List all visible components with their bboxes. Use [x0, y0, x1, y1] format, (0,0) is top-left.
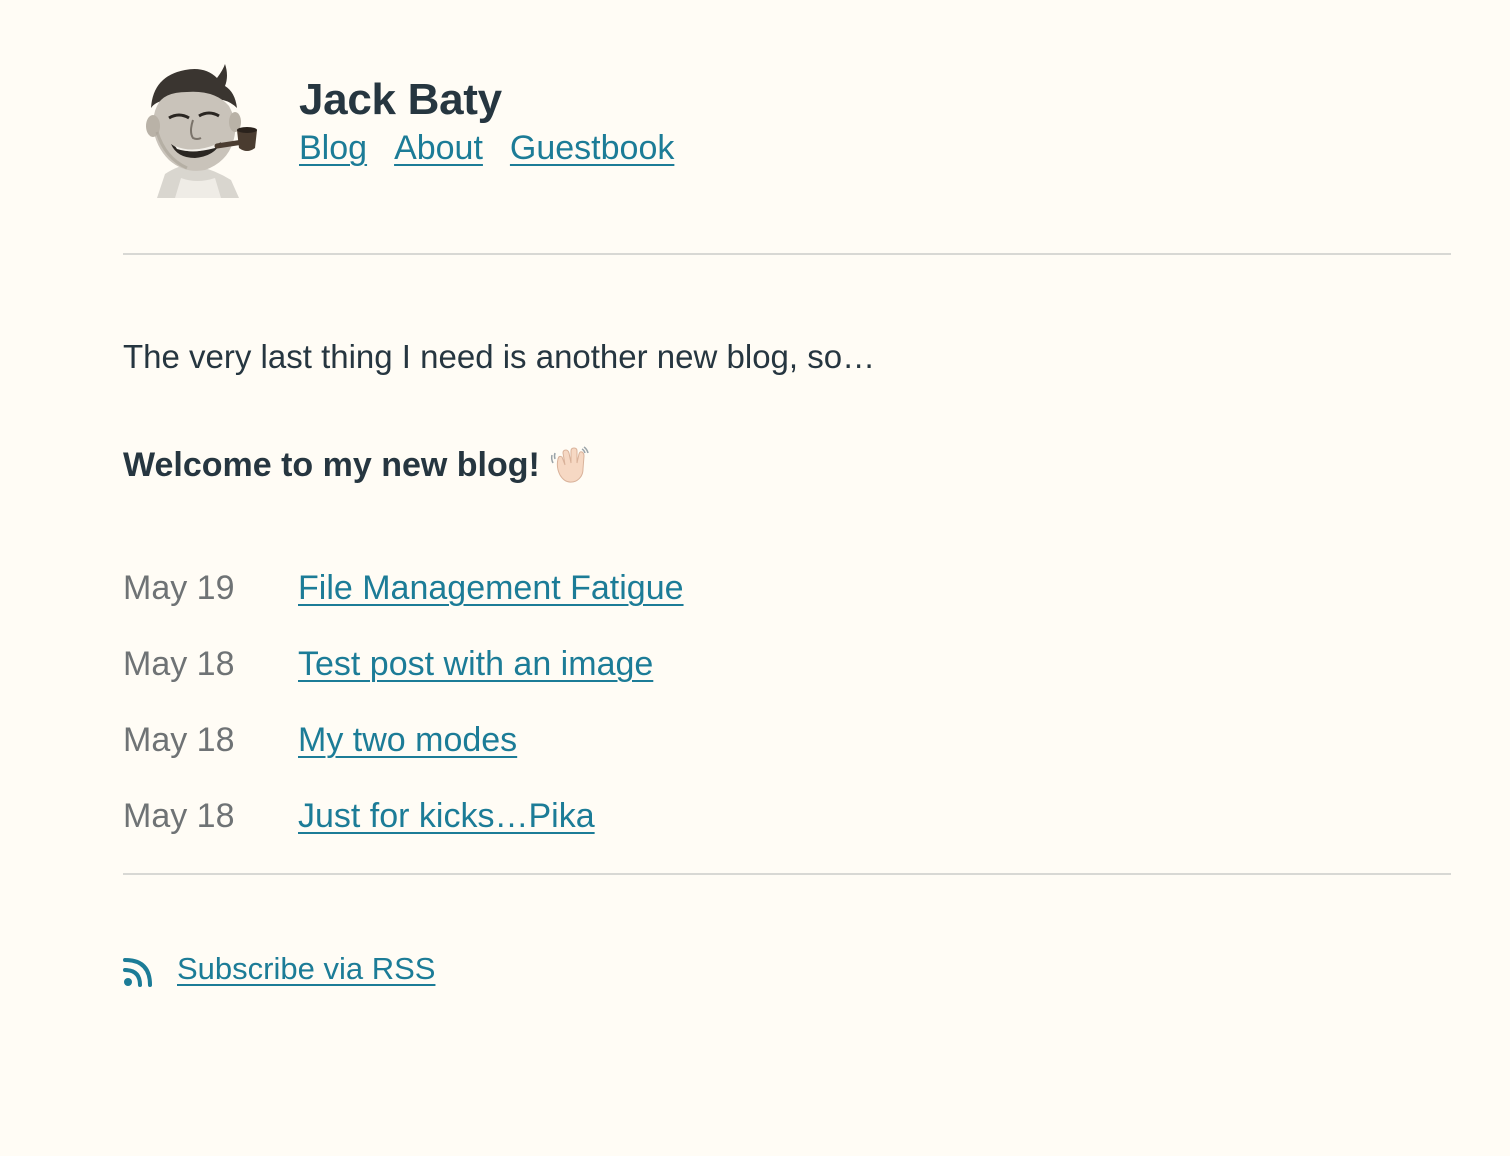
waving-hand-icon	[550, 446, 589, 483]
post-list: May 19 File Management Fatigue May 18 Te…	[123, 569, 1451, 873]
nav-guestbook[interactable]: Guestbook	[510, 126, 674, 170]
welcome-text: Welcome to my new blog!	[123, 446, 540, 484]
post-link[interactable]: My two modes	[298, 721, 517, 760]
site-footer: Subscribe via RSS	[123, 951, 1451, 987]
post-date: May 18	[123, 721, 235, 759]
welcome-heading: Welcome to my new blog!	[123, 443, 1451, 487]
post-date: May 18	[123, 645, 235, 683]
list-item: May 18 My two modes	[123, 721, 1451, 797]
post-link[interactable]: Just for kicks…Pika	[298, 797, 595, 836]
main-nav: Blog About Guestbook	[299, 126, 701, 170]
list-item: May 18 Test post with an image	[123, 645, 1451, 721]
rss-icon[interactable]	[123, 957, 153, 987]
subscribe-rss-link[interactable]: Subscribe via RSS	[177, 951, 435, 987]
header-divider	[123, 253, 1451, 255]
list-item: May 18 Just for kicks…Pika	[123, 797, 1451, 873]
page: Jack Baty Blog About Guestbook The very …	[0, 0, 1510, 1156]
intro-text: The very last thing I need is another ne…	[123, 338, 876, 375]
post-date: May 19	[123, 569, 235, 607]
post-link[interactable]: Test post with an image	[298, 645, 653, 684]
header-text: Jack Baty Blog About Guestbook	[299, 62, 701, 170]
main-content: The very last thing I need is another ne…	[123, 335, 1451, 873]
site-header: Jack Baty Blog About Guestbook	[123, 0, 1451, 253]
nav-about[interactable]: About	[394, 126, 483, 170]
footer-divider	[123, 873, 1451, 875]
avatar[interactable]	[135, 62, 261, 198]
list-item: May 19 File Management Fatigue	[123, 569, 1451, 645]
post-date: May 18	[123, 797, 235, 835]
post-link[interactable]: File Management Fatigue	[298, 569, 684, 608]
site-title[interactable]: Jack Baty	[299, 74, 701, 126]
nav-blog[interactable]: Blog	[299, 126, 367, 170]
